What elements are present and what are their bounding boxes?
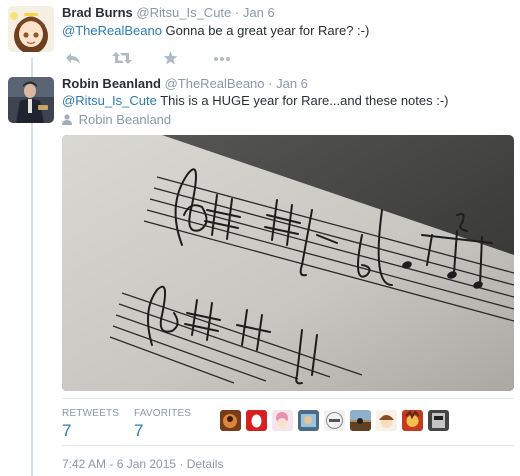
person-icon — [62, 113, 72, 128]
avatar[interactable] — [272, 410, 293, 431]
tweet-body: Gonna be a great year for Rare? :-) — [161, 23, 370, 38]
mention-link[interactable]: @TheRealBeano — [62, 23, 162, 38]
avatar[interactable] — [402, 410, 423, 431]
details-link[interactable]: Details — [187, 457, 224, 471]
tweet-date[interactable]: Jan 6 — [243, 5, 275, 20]
separator-dot: · — [234, 5, 240, 20]
display-name[interactable]: Robin Beanland — [62, 76, 161, 91]
tweet-footer: 7:42 AM - 6 Jan 2015 · Details — [62, 457, 223, 471]
retweet-icon[interactable] — [112, 51, 132, 68]
avatar[interactable] — [246, 410, 267, 431]
tweet-body: This is a HUGE year for Rare...and these… — [156, 93, 449, 108]
avatar[interactable] — [324, 410, 345, 431]
favorites-count[interactable]: 7 — [134, 421, 143, 441]
tweet-header: Robin Beanland @TheRealBeano · Jan 6 — [62, 76, 308, 91]
tweet-text: @Ritsu_Is_Cute This is a HUGE year for R… — [62, 93, 449, 108]
avatar[interactable] — [376, 410, 397, 431]
tagged-user: Robin Beanland — [78, 112, 172, 127]
avatar[interactable] — [220, 410, 241, 431]
divider — [62, 398, 514, 399]
separator-dot: · — [268, 76, 273, 91]
retweets-count[interactable]: 7 — [62, 421, 71, 441]
more-icon[interactable] — [213, 51, 231, 68]
retweets-label[interactable]: RETWEETS — [62, 408, 119, 419]
user-handle[interactable]: @Ritsu_Is_Cute — [136, 5, 231, 20]
tweet-photo[interactable] — [62, 135, 514, 391]
star-icon[interactable] — [163, 51, 178, 68]
divider — [62, 445, 514, 446]
mention-link[interactable]: @Ritsu_Is_Cute — [62, 93, 157, 108]
avatar[interactable] — [8, 77, 54, 123]
reply-icon[interactable] — [65, 51, 81, 68]
tweet-text: @TheRealBeano Gonna be a great year for … — [62, 23, 369, 38]
avatar[interactable] — [428, 410, 449, 431]
avatar[interactable] — [298, 410, 319, 431]
tweet-date[interactable]: Jan 6 — [276, 76, 308, 91]
tweet-header: Brad Burns @Ritsu_Is_Cute · Jan 6 — [62, 5, 275, 20]
avatar[interactable] — [350, 410, 371, 431]
photo-tag[interactable]: Robin Beanland — [62, 112, 171, 128]
favorites-label[interactable]: FAVORITES — [134, 408, 191, 419]
display-name[interactable]: Brad Burns — [62, 5, 133, 20]
tweet-timestamp: 7:42 AM - 6 Jan 2015 — [62, 457, 177, 471]
separator-dot: · — [179, 457, 184, 471]
avatar[interactable] — [8, 6, 54, 52]
user-handle[interactable]: @TheRealBeano — [165, 76, 265, 91]
